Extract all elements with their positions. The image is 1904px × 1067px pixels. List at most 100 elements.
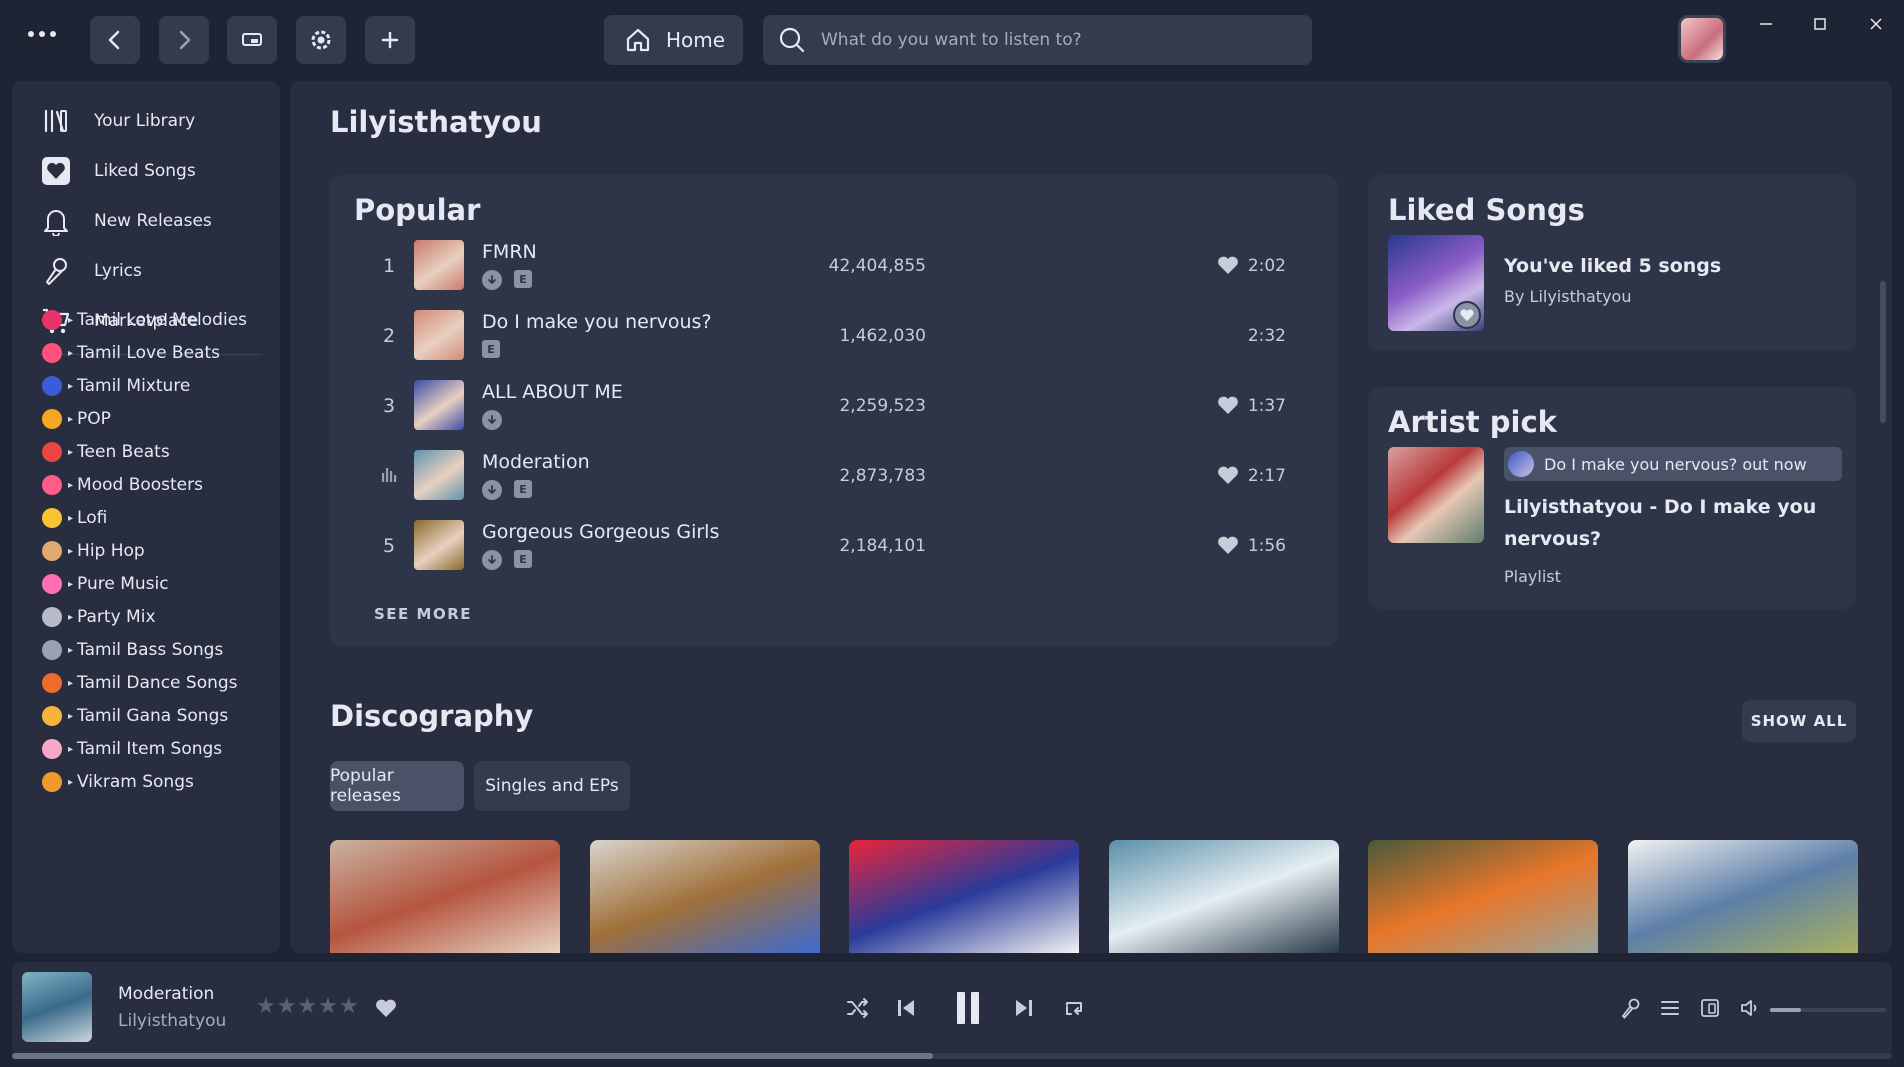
- track-row[interactable]: 1 FMRN E 42,404,855 2:02: [354, 235, 1310, 297]
- volume-button[interactable]: [1732, 990, 1768, 1026]
- queue-button[interactable]: [1652, 990, 1688, 1026]
- sidebar-playlist-label: Tamil Gana Songs: [77, 706, 229, 726]
- track-like-button[interactable]: [1216, 534, 1240, 556]
- back-button[interactable]: [90, 16, 140, 64]
- now-playing-cover[interactable]: [22, 972, 92, 1042]
- more-menu-icon[interactable]: [28, 26, 64, 42]
- sidebar-playlist-item[interactable]: ▸ Tamil Bass Songs: [42, 636, 223, 664]
- album-card[interactable]: [330, 840, 560, 953]
- caret-right-icon: ▸: [68, 677, 74, 689]
- caret-right-icon: ▸: [68, 380, 74, 392]
- caret-right-icon: ▸: [68, 347, 74, 359]
- album-card[interactable]: [589, 840, 820, 953]
- sidebar-playlist-item[interactable]: ▸ Tamil Dance Songs: [42, 669, 238, 697]
- shuffle-button[interactable]: [840, 990, 876, 1026]
- track-title[interactable]: ALL ABOUT ME: [482, 381, 623, 403]
- close-button[interactable]: [1852, 6, 1900, 42]
- now-playing-title[interactable]: Moderation: [118, 984, 214, 1004]
- show-all-button[interactable]: SHOW ALL: [1742, 700, 1856, 742]
- microphone-icon: [40, 255, 72, 287]
- sidebar-playlist-item[interactable]: ▸ Tamil Gana Songs: [42, 702, 228, 730]
- settings-button[interactable]: [296, 16, 346, 64]
- sidebar-item-liked-songs[interactable]: Liked Songs: [40, 151, 196, 191]
- devices-button[interactable]: [1692, 990, 1728, 1026]
- sidebar-playlist-item[interactable]: ▸ Hip Hop: [42, 537, 145, 565]
- album-card[interactable]: [1627, 840, 1858, 953]
- tab-popular-releases[interactable]: Popular releases: [330, 761, 464, 811]
- lyrics-button[interactable]: [1612, 990, 1648, 1026]
- heart-icon: [1218, 536, 1238, 554]
- sidebar-item-label: Lyrics: [94, 261, 142, 281]
- previous-button[interactable]: [888, 990, 924, 1026]
- queue-icon: [1661, 1001, 1679, 1015]
- volume-slider[interactable]: [1770, 1008, 1886, 1012]
- track-row[interactable]: 3 ALL ABOUT ME 2,259,523 1:37: [354, 375, 1310, 437]
- chevron-left-icon: [108, 30, 120, 50]
- repeat-button[interactable]: [1056, 990, 1092, 1026]
- sidebar-playlist-item[interactable]: ▸ Tamil Mixture: [42, 372, 190, 400]
- artist-pick-name: Lilyisthatyou - Do I make you nervous?: [1504, 496, 1817, 550]
- track-badges: E: [482, 480, 532, 500]
- sidebar-item-lyrics[interactable]: Lyrics: [40, 251, 142, 291]
- library-icon: [40, 105, 72, 137]
- pause-button[interactable]: [946, 984, 990, 1032]
- forward-button[interactable]: [159, 16, 209, 64]
- like-button[interactable]: [368, 990, 404, 1026]
- caret-right-icon: ▸: [68, 446, 74, 458]
- sidebar-playlist-item[interactable]: ▸ POP: [42, 405, 111, 433]
- playlist-emoji-icon: [42, 310, 62, 330]
- sidebar-item-label: Liked Songs: [94, 161, 196, 181]
- now-playing-artist[interactable]: Lilyisthatyou: [118, 1011, 226, 1031]
- playlist-emoji-icon: [42, 607, 62, 627]
- tab-singles-and-eps[interactable]: Singles and EPs: [474, 761, 630, 811]
- track-row[interactable]: Moderation E 2,873,783 2:17: [354, 445, 1310, 507]
- maximize-button[interactable]: [1796, 6, 1844, 42]
- see-more-button[interactable]: SEE MORE: [374, 605, 472, 623]
- track-title[interactable]: Gorgeous Gorgeous Girls: [482, 521, 719, 543]
- playlist-emoji-icon: [42, 343, 62, 363]
- track-title[interactable]: Do I make you nervous?: [482, 311, 712, 333]
- track-title[interactable]: FMRN: [482, 241, 537, 263]
- search-input[interactable]: [821, 30, 1291, 50]
- sidebar-item-new-releases[interactable]: New Releases: [40, 201, 212, 241]
- bell-icon: [40, 205, 72, 237]
- sidebar-playlist-item[interactable]: ▸ Tamil Love Melodies: [42, 306, 247, 334]
- sidebar-playlist-item[interactable]: ▸ Teen Beats: [42, 438, 170, 466]
- sidebar-playlist-item[interactable]: ▸ Vikram Songs: [42, 768, 194, 796]
- heart-square-icon: [40, 155, 72, 187]
- caret-right-icon: ▸: [68, 413, 74, 425]
- track-like-button[interactable]: [1216, 464, 1240, 486]
- liked-songs-card[interactable]: Liked Songs You've liked 5 songs By Lily…: [1368, 175, 1856, 351]
- sidebar-playlist-item[interactable]: ▸ Tamil Item Songs: [42, 735, 222, 763]
- sidebar-item-your-library[interactable]: Your Library: [40, 101, 195, 141]
- explicit-badge: E: [482, 340, 500, 358]
- home-button[interactable]: Home: [604, 15, 743, 65]
- track-row[interactable]: 2 Do I make you nervous? E 1,462,030 2:32: [354, 305, 1310, 367]
- user-avatar[interactable]: [1678, 15, 1726, 63]
- miniplayer-button[interactable]: [227, 16, 277, 64]
- track-title[interactable]: Moderation: [482, 451, 590, 473]
- minimize-button[interactable]: [1742, 6, 1790, 42]
- track-badges: [482, 410, 502, 430]
- track-like-button[interactable]: [1216, 394, 1240, 416]
- album-card[interactable]: [1108, 840, 1339, 953]
- sidebar-playlist-item[interactable]: ▸ Party Mix: [42, 603, 156, 631]
- sidebar-playlist-item[interactable]: ▸ Pure Music: [42, 570, 169, 598]
- add-button[interactable]: [365, 16, 415, 64]
- track-row[interactable]: 5 Gorgeous Gorgeous Girls E 2,184,101 1:56: [354, 515, 1310, 577]
- main-scrollbar[interactable]: [1880, 281, 1886, 423]
- track-like-button[interactable]: [1216, 254, 1240, 276]
- liked-badge: [1453, 301, 1481, 329]
- search-bar[interactable]: [763, 15, 1312, 65]
- sidebar-playlist-item[interactable]: ▸ Lofi: [42, 504, 107, 532]
- album-card[interactable]: [1368, 840, 1598, 953]
- artist-mini-avatar: [1508, 451, 1534, 477]
- playback-progress-bar[interactable]: [12, 1053, 1892, 1059]
- sidebar-playlist-item[interactable]: ▸ Tamil Love Beats: [42, 339, 220, 367]
- star-rating[interactable]: ★★★★★: [256, 994, 360, 1019]
- artist-pick-card[interactable]: Artist pick Do I make you nervous? out n…: [1368, 387, 1856, 609]
- sidebar-playlist-item[interactable]: ▸ Mood Boosters: [42, 471, 203, 499]
- skip-back-icon: [898, 1000, 914, 1016]
- album-card[interactable]: [849, 840, 1079, 953]
- next-button[interactable]: [1006, 990, 1042, 1026]
